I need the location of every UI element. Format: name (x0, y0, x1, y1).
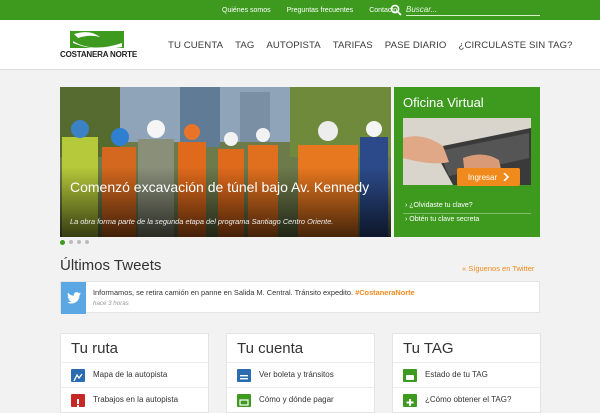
oficina-virtual-panel: Oficina Virtual Ingresar › ¿Olvidaste tu… (394, 87, 540, 237)
logo-text: COSTANERA NORTE (60, 50, 138, 59)
card-title: Tu cuenta (237, 340, 304, 357)
link-olvidaste-clave[interactable]: › ¿Olvidaste tu clave? (405, 202, 473, 209)
site-header: COSTANERA NORTE TU CUENTA TAG AUTOPISTA … (0, 20, 600, 70)
nav-pase-diario[interactable]: PASE DIARIO (385, 40, 447, 51)
nav-tag[interactable]: TAG (235, 40, 254, 51)
slider-dot-1[interactable] (60, 240, 65, 245)
link-olvidaste-clave-label: ¿Olvidaste tu clave? (409, 202, 473, 209)
link-quienes-somos[interactable]: Quiénes somos (222, 7, 271, 14)
utility-links: Quiénes somos Preguntas frecuentes Conta… (222, 0, 397, 20)
slider-dot-4[interactable] (85, 240, 89, 244)
tag-device-icon (403, 369, 417, 382)
nav-tarifas[interactable]: TARIFAS (333, 40, 373, 51)
link-obten-clave[interactable]: › Obtén tu clave secreta (405, 216, 479, 223)
card-title: Tu TAG (403, 340, 454, 357)
tweets-heading: Últimos Tweets (60, 257, 162, 274)
tweet-time: hace 3 horas (93, 300, 129, 307)
card-item[interactable]: Estado de tu TAG (393, 362, 540, 387)
slider-dots (60, 240, 89, 245)
twitter-bird-icon (61, 282, 86, 314)
tweet-text: Informamos, se retira camión en panne en… (93, 288, 415, 297)
card-item[interactable]: Mapa de la autopista (61, 362, 208, 387)
slider-dot-3[interactable] (77, 240, 81, 244)
ingresar-button[interactable]: Ingresar (457, 168, 520, 186)
top-bar: Quiénes somos Preguntas frecuentes Conta… (0, 0, 600, 20)
warning-icon (71, 394, 85, 407)
hero-slide[interactable]: Comenzó excavación de túnel bajo Av. Ken… (60, 87, 391, 237)
slider-dot-2[interactable] (69, 240, 73, 244)
oficina-virtual-title: Oficina Virtual (403, 95, 484, 110)
nav-autopista[interactable]: AUTOPISTA (266, 40, 320, 51)
ingresar-label: Ingresar (467, 172, 498, 182)
follow-twitter-link[interactable]: « Síguenos en Twitter (462, 264, 534, 273)
logo[interactable]: COSTANERA NORTE (60, 29, 138, 61)
oficina-divider (403, 213, 531, 214)
card-tu-tag: Tu TAG Estado de tu TAG ¿Cómo obtener el… (392, 333, 541, 413)
tag-add-icon (403, 394, 417, 407)
link-preguntas-frecuentes[interactable]: Preguntas frecuentes (287, 7, 354, 14)
map-icon (71, 369, 85, 382)
payment-icon (237, 394, 251, 407)
invoice-icon (237, 369, 251, 382)
nav-tu-cuenta[interactable]: TU CUENTA (168, 40, 223, 51)
search-icon[interactable] (390, 4, 402, 16)
card-tu-cuenta: Tu cuenta Ver boleta y tránsitos Cómo y … (226, 333, 375, 413)
card-item-label: Ver boleta y tránsitos (259, 370, 334, 379)
hero-subtitle: La obra forma parte de la segunda etapa … (70, 217, 334, 226)
tweet-body: Informamos, se retira camión en panne en… (93, 288, 354, 297)
hero-title[interactable]: Comenzó excavación de túnel bajo Av. Ken… (70, 178, 388, 197)
nav-circulaste-sin-tag[interactable]: ¿CIRCULASTE SIN TAG? (458, 40, 572, 51)
search-input[interactable] (406, 3, 540, 16)
link-obten-clave-label: Obtén tu clave secreta (409, 216, 480, 223)
card-item[interactable]: Ver boleta y tránsitos (227, 362, 374, 387)
tweet-hashtag[interactable]: #CostaneraNorte (355, 288, 415, 297)
card-item-label: Mapa de la autopista (93, 370, 168, 379)
card-title: Tu ruta (71, 340, 118, 357)
card-tu-ruta: Tu ruta Mapa de la autopista Trabajos en… (60, 333, 209, 413)
main-nav: TU CUENTA TAG AUTOPISTA TARIFAS PASE DIA… (168, 20, 573, 70)
card-item-label: Estado de tu TAG (425, 370, 488, 379)
tweet-card: Informamos, se retira camión en panne en… (60, 281, 540, 314)
chevron-right-icon (503, 173, 510, 181)
logo-mark-icon (70, 31, 124, 48)
